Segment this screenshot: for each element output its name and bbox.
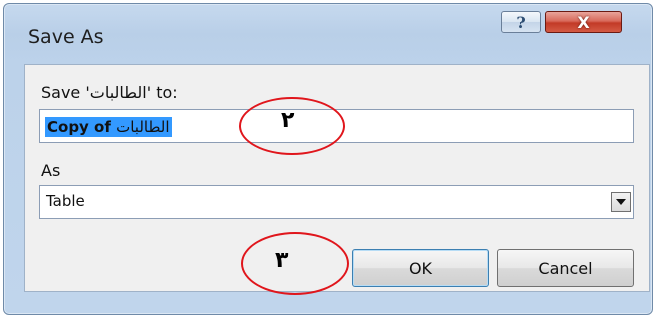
name-prefix: Copy of (47, 118, 117, 136)
as-type-value: Table (46, 192, 85, 210)
close-button[interactable]: X (545, 11, 622, 33)
close-icon: X (577, 12, 590, 32)
dialog-title: Save As (28, 26, 104, 48)
cancel-button[interactable]: Cancel (497, 249, 634, 287)
annotation-number-2: ٢ (281, 108, 295, 133)
save-to-label: Save 'الطالبات' to: (41, 83, 178, 102)
ok-button[interactable]: OK (352, 249, 489, 287)
annotation-number-3: ٣ (275, 248, 289, 273)
dialog-body: Save 'الطالبات' to: Copy of الطالبات As … (24, 64, 650, 292)
dropdown-button[interactable] (611, 192, 631, 212)
chevron-down-icon (616, 199, 626, 205)
save-as-dialog: Save As ? X Save 'الطالبات' to: Copy of … (3, 3, 653, 315)
name-object: الطالبات (116, 118, 170, 136)
as-label: As (41, 161, 61, 180)
name-input[interactable]: Copy of الطالبات (39, 109, 634, 143)
question-mark-icon: ? (516, 12, 526, 32)
as-type-select[interactable]: Table (39, 185, 634, 219)
selected-name-text: Copy of الطالبات (45, 117, 172, 137)
help-button[interactable]: ? (501, 11, 541, 33)
